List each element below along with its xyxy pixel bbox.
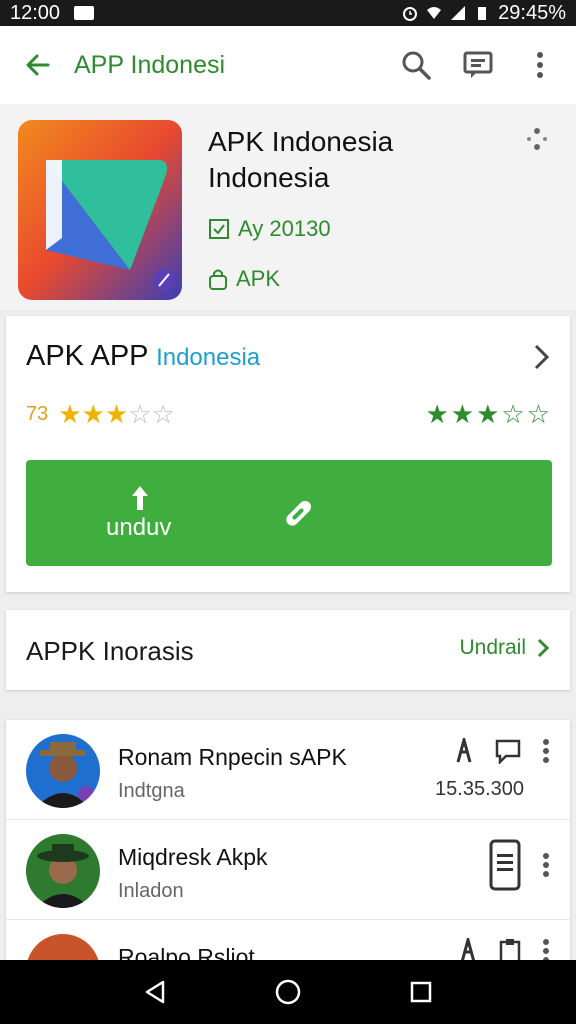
rating-summary: 73 ★★★☆☆ [26,400,175,428]
install-button[interactable]: unduv [26,460,552,566]
rating-stars-left: ★★★☆☆ [58,400,175,428]
app-bar-title: APP Indonesia [74,50,224,79]
app-name-line2: Indonesia [208,162,330,193]
status-time: 12:00 [10,1,61,24]
status-bar: 12:00 29:45% [0,0,576,26]
link-icon [286,500,312,526]
notification-message-icon [74,6,95,20]
nav-back-icon[interactable] [143,979,167,1005]
back-arrow-icon [26,54,50,76]
rating-value: 73 [26,402,49,425]
status-battery-text: 29:45% [498,1,566,24]
list-item-subtitle: Indtgna [118,780,185,802]
app-options-button[interactable] [522,124,552,159]
app-info-card[interactable]: APPK Inorasis Undrail [6,610,570,690]
search-button[interactable] [394,43,438,87]
app-logo-icon [18,120,182,300]
rating-stars-right[interactable]: ★ ★ ★ ☆ ☆ [425,400,550,428]
star-filled-icon: ★ [425,399,449,429]
list-item-subtitle: Inladon [118,880,184,902]
wifi-icon [427,7,442,19]
star-filled-icon: ★ [81,399,105,429]
star-filled-icon: ★ [476,399,500,429]
download-icon [132,486,148,510]
app-bar: APP Indonesia [0,26,576,104]
signal-icon [451,6,466,20]
nav-recents-icon[interactable] [409,980,433,1004]
list-item-value: 15.35.300 [435,778,524,800]
review-list: Ronam Rnpecin sAPK Indtgna 15.35.300 Miq… [6,720,570,970]
search-icon [402,51,431,80]
more-dots-icon [527,128,547,150]
install-label: unduv [106,514,172,541]
app-name: APK Indonesia Indonesia [208,124,498,196]
more-vert-icon[interactable] [542,852,550,878]
list-item-title: Miqdresk Akpk [118,844,268,870]
nav-home-icon[interactable] [274,978,302,1006]
app-meta-type: APK [208,266,280,292]
star-empty-icon: ☆ [501,399,525,429]
chevron-right-icon [537,638,550,658]
back-button[interactable] [14,41,62,89]
detail-chevron-button[interactable] [532,342,552,377]
info-title: APPK Inorasis [26,636,194,666]
overflow-menu-button[interactable] [518,43,562,87]
info-more-link[interactable]: Undrail [459,636,550,660]
avatar [26,834,100,908]
message-button[interactable] [456,43,500,87]
star-empty-icon: ☆ [128,399,152,429]
star-empty-icon: ☆ [526,399,550,429]
chevron-right-icon [534,344,550,370]
more-vert-icon[interactable] [542,738,550,764]
app-meta-date: Ay 20130 [208,216,331,242]
list-item-title: Ronam Rnpecin sAPK [118,744,347,770]
app-header: APK Indonesia Indonesia Ay 20130 APK [0,104,576,310]
app-detail-title[interactable]: APK APP Indonesia [26,340,260,373]
check-box-icon [209,219,229,239]
app-detail-card: APK APP Indonesia 73 ★★★☆☆ ★ ★ ★ ☆ ☆ unduv [6,316,570,592]
list-item[interactable]: Ronam Rnpecin sAPK Indtgna 15.35.300 [6,720,570,820]
more-vert-icon [537,52,543,78]
battery-icon [478,7,487,20]
app-name-line1: APK Indonesia [208,126,394,157]
alarm-icon [403,7,418,21]
message-icon [463,51,493,78]
list-item[interactable]: Miqdresk Akpk Inladon [6,820,570,920]
avatar [26,734,100,808]
star-filled-icon: ★ [58,399,82,429]
lock-icon [209,269,227,290]
pen-icon[interactable] [454,738,474,764]
star-empty-icon: ☆ [151,399,175,429]
star-filled-icon: ★ [450,399,475,429]
comment-icon[interactable] [494,738,522,764]
system-nav-bar [0,960,576,1024]
phone-icon[interactable] [488,838,522,892]
star-filled-icon: ★ [104,399,129,429]
